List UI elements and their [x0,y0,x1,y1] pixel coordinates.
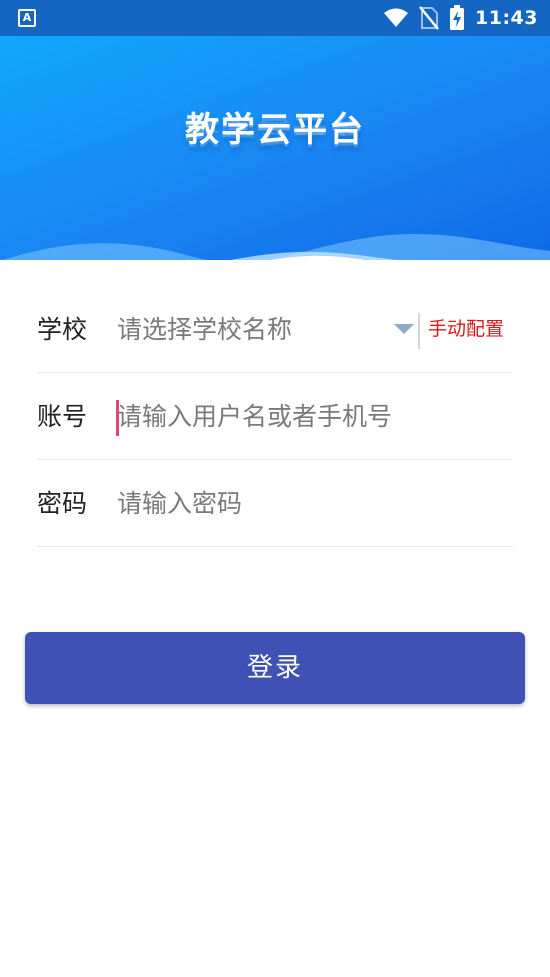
account-input[interactable]: 请输入用户名或者手机号 [117,373,392,460]
header-banner: 教学云平台 教学云平台 [0,36,550,260]
manual-config-link[interactable]: 手动配置 [428,286,504,373]
wifi-icon [384,8,409,27]
app-notification-icon: A [18,9,36,27]
battery-charging-icon [450,5,465,30]
password-row: 密码 请输入密码 [37,460,513,547]
dropdown-arrow-icon[interactable] [394,324,414,334]
status-icons: 11:43 [383,0,538,36]
login-button[interactable]: 登录 [25,632,525,704]
account-row: 账号 请输入用户名或者手机号 [37,373,513,460]
account-label: 账号 [37,402,88,431]
no-sim-icon [419,6,439,30]
school-label: 学校 [37,315,88,344]
app-title-reflection: 教学云平台 [185,118,365,137]
school-select[interactable]: 请选择学校名称 [117,286,292,373]
divider [418,313,420,349]
password-label: 密码 [37,489,88,518]
clock: 11:43 [475,7,538,29]
wave-decoration [3,234,550,260]
password-input[interactable]: 请输入密码 [117,460,242,547]
school-row: 学校 请选择学校名称 手动配置 [37,286,513,373]
status-bar: A 11:43 [0,0,550,36]
